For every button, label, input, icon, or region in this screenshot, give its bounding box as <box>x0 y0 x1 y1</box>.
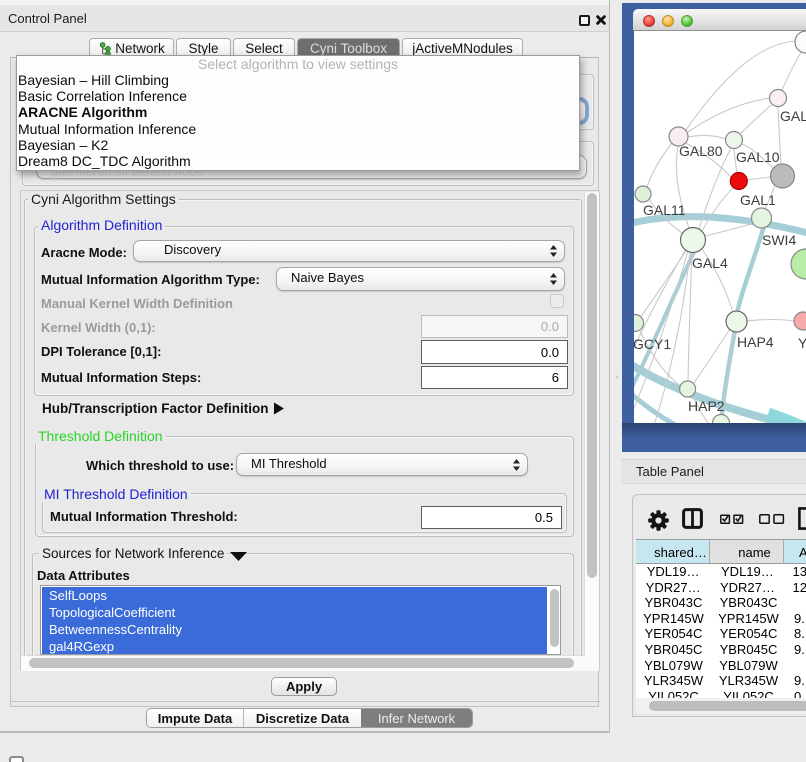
svg-text:GCY1: GCY1 <box>634 336 671 352</box>
svg-text:GAL4: GAL4 <box>692 255 728 271</box>
svg-text:GAL1: GAL1 <box>740 192 776 208</box>
svg-text:GAL7: GAL7 <box>780 108 806 124</box>
svg-text:GAL80: GAL80 <box>679 143 723 159</box>
svg-text:Y: Y <box>798 335 806 351</box>
svg-text:GAL10: GAL10 <box>736 149 780 165</box>
svg-text:SWI4: SWI4 <box>762 232 796 248</box>
svg-text:HAP2: HAP2 <box>688 398 725 414</box>
svg-text:GAL11: GAL11 <box>643 202 686 218</box>
svg-text:HAP4: HAP4 <box>737 334 774 350</box>
